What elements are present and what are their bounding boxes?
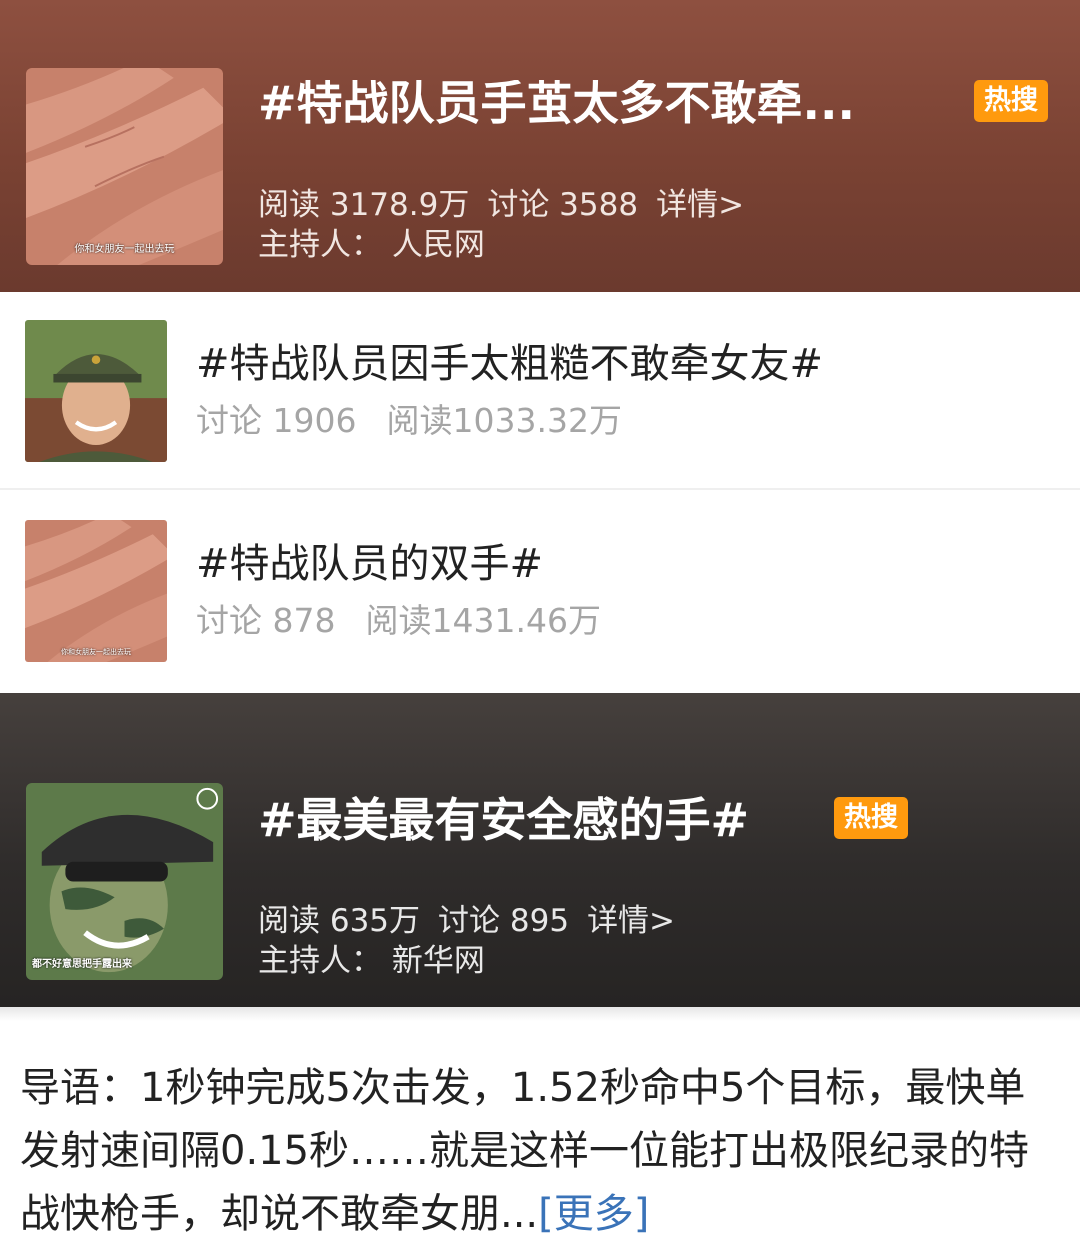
hot-badge: 热搜 bbox=[834, 797, 908, 839]
thumbnail-caption: 你和女朋友一起出去玩 bbox=[74, 244, 175, 255]
topic-stats: 讨论 1906 阅读1033.32万 bbox=[196, 404, 652, 437]
details-link[interactable]: 详情> bbox=[587, 903, 675, 939]
topic-title[interactable]: #特战队员手茧太多不敢牵... bbox=[258, 80, 948, 126]
intro-text: 导语：1秒钟完成5次击发，1.52秒命中5个目标，最快单发射速间隔0.15秒……… bbox=[20, 1057, 1050, 1246]
topic-thumbnail-hands[interactable]: 你和女朋友一起出去玩 bbox=[25, 520, 167, 662]
details-link[interactable]: 详情> bbox=[656, 187, 744, 223]
thumbnail-caption: 都不好意思把手露出来 bbox=[32, 959, 132, 970]
topic-thumbnail-hands[interactable]: 你和女朋友一起出去玩 bbox=[26, 68, 223, 265]
topic-thumbnail-soldier[interactable] bbox=[25, 320, 167, 462]
discuss-count: 讨论 1906 bbox=[196, 401, 357, 440]
thumbnail-caption: 你和女朋友一起出去玩 bbox=[61, 648, 131, 656]
topic-row-2[interactable]: 你和女朋友一起出去玩 #特战队员的双手# 讨论 878 阅读1431.46万 bbox=[0, 492, 1080, 693]
section-divider bbox=[0, 1007, 1080, 1021]
read-count: 阅读 635万 bbox=[258, 903, 421, 939]
hot-badge: 热搜 bbox=[974, 80, 1048, 122]
topic-intro: 导语：1秒钟完成5次击发，1.52秒命中5个目标，最快单发射速间隔0.15秒……… bbox=[0, 1007, 1080, 1259]
topic-host: 主持人： 新华网 bbox=[258, 943, 485, 979]
discuss-count: 讨论 895 bbox=[438, 903, 570, 939]
topic-title[interactable]: #特战队员因手太粗糙不敢牵女友# bbox=[196, 344, 823, 384]
topic-stats: 讨论 878 阅读1431.46万 bbox=[196, 604, 631, 637]
discuss-count: 讨论 3588 bbox=[487, 187, 639, 223]
more-link[interactable]: [更多] bbox=[538, 1191, 649, 1237]
topic-card-featured-2[interactable]: 都不好意思把手露出来 #最美最有安全感的手# 热搜 阅读 635万 讨论 895 详… bbox=[0, 693, 1080, 1007]
topic-host: 主持人： 人民网 bbox=[258, 227, 485, 263]
topic-stats: 阅读 635万 讨论 895 详情> bbox=[258, 906, 693, 937]
read-count: 阅读1431.46万 bbox=[365, 601, 601, 640]
discuss-count: 讨论 878 bbox=[196, 601, 336, 640]
topic-row-1[interactable]: #特战队员因手太粗糙不敢牵女友# 讨论 1906 阅读1033.32万 bbox=[0, 292, 1080, 490]
topic-title[interactable]: #最美最有安全感的手# bbox=[258, 797, 749, 843]
topic-card-featured-1[interactable]: 你和女朋友一起出去玩 #特战队员手茧太多不敢牵... 热搜 阅读 3178.9万… bbox=[0, 0, 1080, 292]
topic-thumbnail-camo-soldier[interactable]: 都不好意思把手露出来 bbox=[26, 783, 223, 980]
topic-title[interactable]: #特战队员的双手# bbox=[196, 544, 543, 584]
read-count: 阅读 3178.9万 bbox=[258, 187, 470, 223]
read-count: 阅读1033.32万 bbox=[386, 401, 622, 440]
intro-body: 导语：1秒钟完成5次击发，1.52秒命中5个目标，最快单发射速间隔0.15秒……… bbox=[20, 1065, 1030, 1237]
topic-stats: 阅读 3178.9万 讨论 3588 详情> bbox=[258, 190, 762, 221]
